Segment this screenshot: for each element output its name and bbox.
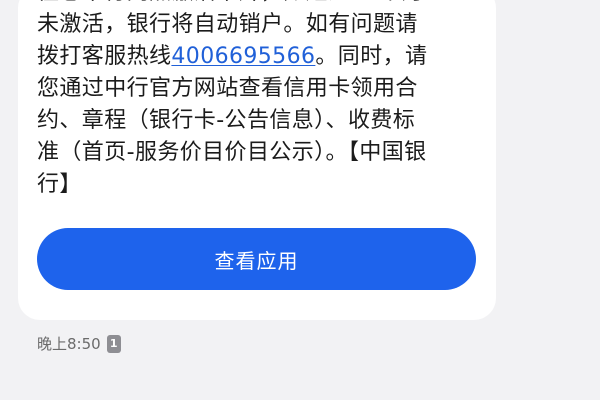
message-meta: 晚上8:50 1 xyxy=(37,333,121,354)
message-line-suffix: 。同时，请 xyxy=(315,44,428,69)
message-screen: 往您中行网点激活卡片，如超过18个月 未激活，银行将自动销户。如有问题请 拨打客… xyxy=(0,0,600,400)
view-app-button[interactable]: 查看应用 xyxy=(37,228,476,290)
message-line: 往您中行网点激活卡片，如超过18个月 xyxy=(37,0,483,9)
message-line: 准（首页-服务价目价目公示）。【中国银 xyxy=(37,140,427,165)
message-line: 拨打客服热线4006695566。同时，请 xyxy=(37,41,483,73)
message-body: 往您中行网点激活卡片，如超过18个月 未激活，银行将自动销户。如有问题请 拨打客… xyxy=(37,0,483,201)
message-timestamp: 晚上8:50 xyxy=(37,335,101,353)
sim-card-icon: 1 xyxy=(106,334,121,353)
message-line: 约、章程（银行卡-公告信息）、收费标 xyxy=(37,108,416,133)
message-line: 未激活，银行将自动销户。如有问题请 xyxy=(37,12,418,37)
message-line: 行】 xyxy=(37,172,82,197)
message-line-prefix: 拨打客服热线 xyxy=(37,44,172,69)
hotline-link[interactable]: 4006695566 xyxy=(171,44,315,69)
message-line: 您通过中行官方网站查看信用卡领用合 xyxy=(37,76,418,101)
